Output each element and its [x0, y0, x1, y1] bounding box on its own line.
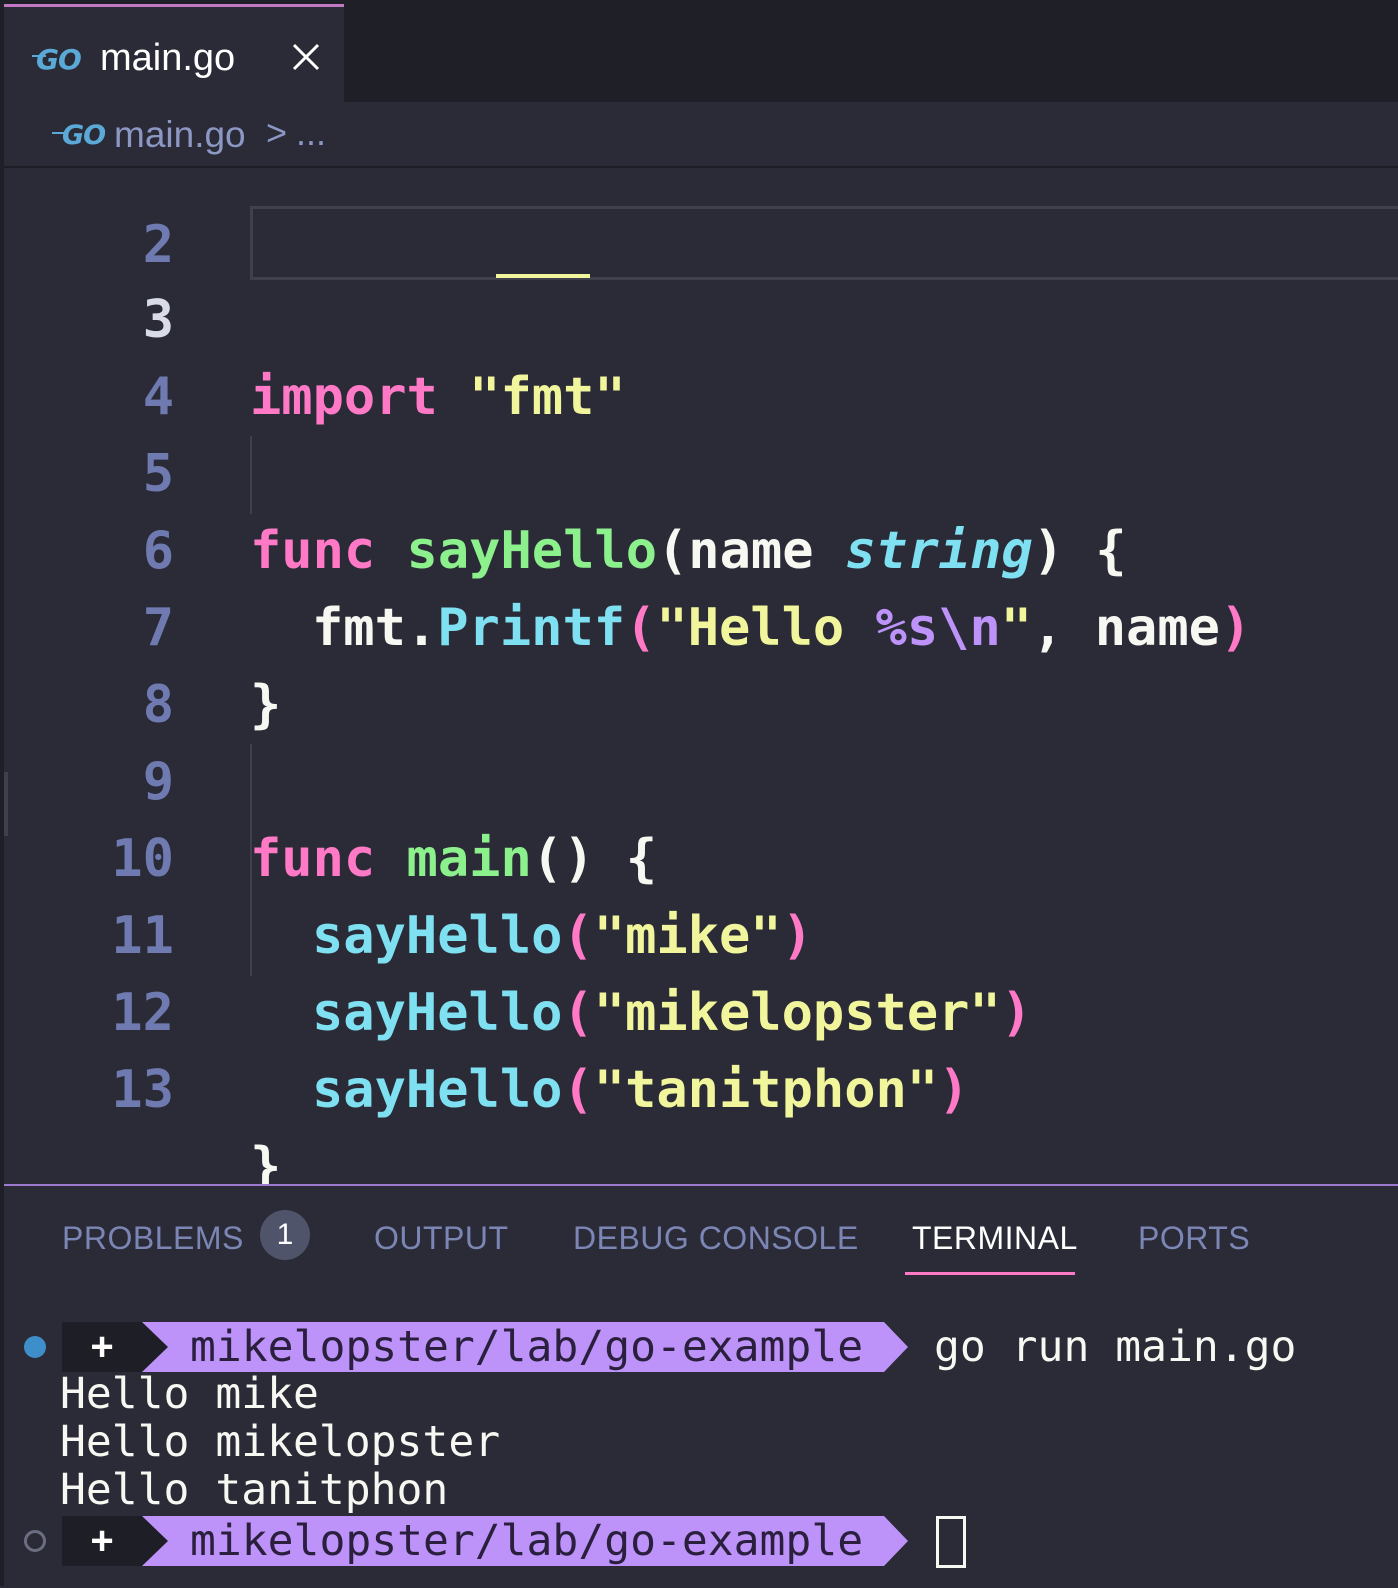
line-number: 13	[111, 1060, 174, 1120]
code-line: 11 sayHello("mikelopster")	[4, 821, 1398, 1043]
close-icon[interactable]	[286, 37, 326, 77]
go-file-icon: GO	[36, 43, 82, 76]
breadcrumb-file[interactable]: main.go	[114, 114, 246, 156]
prompt-plus-segment: +	[62, 1322, 142, 1372]
code-line: 7 }	[4, 513, 1398, 735]
prompt-arrow	[142, 1516, 168, 1566]
command-status-dot[interactable]	[24, 1530, 46, 1552]
chevron-right-icon: >	[266, 112, 288, 153]
go-file-icon: GO	[62, 120, 106, 151]
tab-debug-console[interactable]: DEBUG CONSOLE	[573, 1220, 859, 1257]
code-line: 12 sayHello("tanitphon")	[4, 898, 1398, 1120]
tab-ports[interactable]: PORTS	[1138, 1220, 1250, 1257]
tab-terminal[interactable]: TERMINAL	[912, 1220, 1078, 1257]
prompt-plus-segment: +	[62, 1516, 142, 1566]
bottom-panel: PROBLEMS 1 OUTPUT DEBUG CONSOLE TERMINAL…	[4, 1184, 1398, 1588]
breadcrumb: GO main.go > ...	[4, 102, 1398, 168]
code-line: 13 }	[4, 975, 1398, 1184]
tab-title: main.go	[100, 37, 236, 79]
code-line: 3 import "fmt"	[4, 205, 1398, 427]
code-line: 4	[4, 282, 1398, 427]
prompt-path-segment: mikelopster/lab/go-example	[142, 1516, 884, 1566]
code-line: 6 fmt.Printf("Hello %s\n", name)	[4, 436, 1398, 658]
tab-output[interactable]: OUTPUT	[374, 1220, 509, 1257]
tab-problems[interactable]: PROBLEMS	[62, 1220, 244, 1257]
code-line: 10 sayHello("mike")	[4, 744, 1398, 966]
code-line: 2	[4, 168, 1398, 275]
command-status-dot[interactable]	[24, 1336, 46, 1358]
terminal-output-line: Hello mike	[60, 1369, 319, 1419]
terminal-output-line: Hello mikelopster	[60, 1417, 501, 1467]
terminal-output-line: Hello tanitphon	[60, 1465, 449, 1515]
editor-tab-bar: GO main.go	[0, 0, 1398, 102]
active-tab-indicator	[905, 1272, 1075, 1275]
prompt-arrow	[884, 1516, 908, 1566]
terminal-command: go run main.go	[934, 1322, 1297, 1372]
code-line: 8	[4, 590, 1398, 735]
prompt-path-segment: mikelopster/lab/go-example	[142, 1322, 884, 1372]
code-line: 5 func sayHello(name string) {	[4, 359, 1398, 581]
tab-main-go[interactable]: GO main.go	[4, 4, 344, 102]
breadcrumb-more[interactable]: ...	[296, 112, 326, 154]
code-editor[interactable]: 2 3 import "fmt" 4 5 func sayHello(name …	[4, 168, 1398, 1184]
code-line: 9 func main() {	[4, 667, 1398, 889]
terminal-cursor	[936, 1516, 966, 1568]
problems-count-badge: 1	[260, 1210, 310, 1260]
prompt-arrow	[884, 1322, 908, 1372]
prompt-arrow	[142, 1322, 168, 1372]
